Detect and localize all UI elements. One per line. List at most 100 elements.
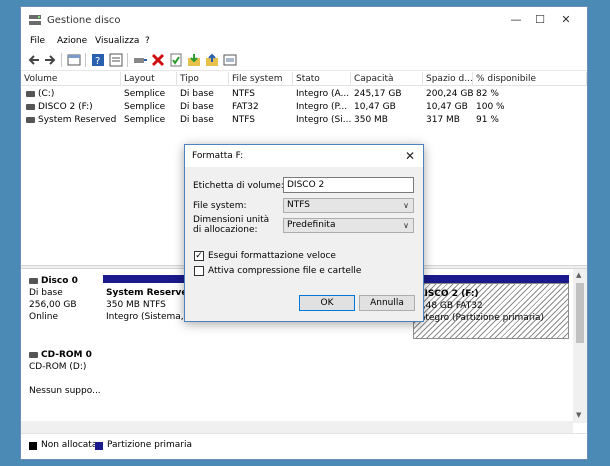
ok-button[interactable]: OK xyxy=(299,295,355,311)
disk-management-icon xyxy=(29,15,41,25)
toolbar-separator xyxy=(61,53,62,67)
table-cell: 350 MB xyxy=(354,115,388,125)
volume-label-input[interactable] xyxy=(283,177,414,193)
disk0-size: 256,00 GB xyxy=(29,300,77,310)
maximize-button[interactable]: ☐ xyxy=(533,13,547,27)
volume-name: (C:) xyxy=(38,89,55,99)
table-cell: 100 % xyxy=(476,102,505,112)
partition-status: Integro (Partizione primaria) xyxy=(417,313,545,323)
vertical-scrollbar[interactable]: ▲ ▼ xyxy=(573,269,587,423)
scroll-thumb[interactable] xyxy=(576,283,584,343)
delete-icon[interactable] xyxy=(151,53,165,67)
quick-format-checkbox[interactable]: ✓ xyxy=(194,251,204,261)
file-system-label: File system: xyxy=(193,201,247,211)
compression-checkbox[interactable] xyxy=(194,266,204,276)
drive-icon xyxy=(26,103,35,110)
list-view-icon[interactable] xyxy=(109,53,123,67)
menu-help[interactable]: ? xyxy=(145,36,150,46)
partition-title: DISCO 2 (F:) xyxy=(417,289,479,299)
format-dialog: Formatta F: ✕ Etichetta di volume: File … xyxy=(184,144,424,322)
partition-color-bar xyxy=(103,275,197,283)
col-header-percent[interactable]: % disponibile xyxy=(473,72,587,86)
allocation-size-value: Predefinita xyxy=(287,220,336,230)
table-cell: 91 % xyxy=(476,115,499,125)
col-header-spazio[interactable]: Spazio d... xyxy=(423,72,473,86)
table-cell: 200,24 GB xyxy=(426,89,473,99)
drive-icon xyxy=(26,90,35,97)
scroll-down-icon[interactable]: ▼ xyxy=(576,411,581,419)
volume-name: DISCO 2 (F:) xyxy=(38,102,93,112)
scroll-up-icon[interactable]: ▲ xyxy=(576,271,581,279)
table-cell: Semplice xyxy=(124,115,166,125)
menu-visualizza[interactable]: Visualizza xyxy=(95,36,139,46)
legend-primary: Partizione primaria xyxy=(107,440,193,450)
allocation-size-label: Dimensioni unità di allocazione: xyxy=(193,215,270,235)
export-icon[interactable] xyxy=(205,53,219,67)
cdrom-icon xyxy=(29,351,38,358)
partition-disco-2[interactable]: DISCO 2 (F:) 0,48 GB FAT32 Integro (Part… xyxy=(413,275,569,339)
table-cell: 10,47 GB xyxy=(426,102,468,112)
legend-unallocated: Non allocata xyxy=(41,440,98,450)
allocation-size-select[interactable]: Predefinita ∨ xyxy=(283,218,414,233)
drive-icon xyxy=(26,116,35,123)
console-icon[interactable] xyxy=(223,53,237,67)
horizontal-scrollbar[interactable] xyxy=(21,421,573,433)
connect-icon[interactable] xyxy=(133,53,147,67)
table-cell: Di base xyxy=(180,89,214,99)
col-header-stato[interactable]: Stato xyxy=(293,72,351,86)
disk0-info[interactable]: Disco 0 Di base 256,00 GB Online xyxy=(29,275,78,323)
back-arrow-icon[interactable] xyxy=(27,53,41,67)
file-system-select[interactable]: NTFS ∨ xyxy=(283,198,414,213)
table-cell: 82 % xyxy=(476,89,499,99)
forward-arrow-icon[interactable] xyxy=(43,53,57,67)
compression-label: Attiva compressione file e cartelle xyxy=(208,266,362,276)
close-icon[interactable]: ✕ xyxy=(405,149,415,163)
legend-swatch-primary xyxy=(95,442,103,450)
menu-azione[interactable]: Azione xyxy=(57,36,87,46)
menu-bar: File Azione Visualizza ? xyxy=(21,33,587,49)
table-row[interactable]: (C:) Semplice Di base NTFS Integro (A...… xyxy=(21,88,587,101)
partition-size: 0,48 GB FAT32 xyxy=(417,301,483,311)
table-cell: Integro (A... xyxy=(296,89,350,99)
table-cell: Di base xyxy=(180,115,214,125)
hard-disk-icon xyxy=(29,277,38,284)
col-header-file-system[interactable]: File system xyxy=(229,72,293,86)
table-cell: 245,17 GB xyxy=(354,89,402,99)
table-cell: 317 MB xyxy=(426,115,460,125)
table-cell: Semplice xyxy=(124,102,166,112)
volume-label-label: Etichetta di volume: xyxy=(193,181,284,191)
table-cell: 10,47 GB xyxy=(354,102,396,112)
title-bar: Gestione disco — ☐ ✕ xyxy=(21,7,587,33)
partition-system-reserved[interactable]: System Reserved 350 MB NTFS Integro (Sis… xyxy=(103,275,197,339)
quick-format-label: Esegui formattazione veloce xyxy=(208,251,336,261)
table-cell: Di base xyxy=(180,102,214,112)
legend: Non allocata Partizione primaria xyxy=(21,433,587,459)
toolbar: ? xyxy=(21,49,587,71)
table-cell: Integro (Si... xyxy=(296,115,351,125)
disk0-status: Online xyxy=(29,312,59,322)
cdrom0-name: CD-ROM 0 xyxy=(41,350,92,360)
col-header-capacita[interactable]: Capacità xyxy=(351,72,423,86)
col-header-layout[interactable]: Layout xyxy=(121,72,177,86)
close-button[interactable]: ✕ xyxy=(559,13,573,27)
minimize-button[interactable]: — xyxy=(509,13,523,27)
partition-color-bar xyxy=(413,275,569,283)
partition-size: 350 MB NTFS xyxy=(106,300,166,310)
partition-title: System Reserved xyxy=(106,288,194,298)
checkmark-icon: ✓ xyxy=(195,251,203,261)
import-icon[interactable] xyxy=(187,53,201,67)
help-icon[interactable]: ? xyxy=(91,53,105,67)
table-row[interactable]: System Reserved Semplice Di base NTFS In… xyxy=(21,114,587,127)
window-title: Gestione disco xyxy=(47,15,121,26)
table-row[interactable]: DISCO 2 (F:) Semplice Di base FAT32 Inte… xyxy=(21,101,587,114)
col-header-tipo[interactable]: Tipo xyxy=(177,72,229,86)
cdrom0-info[interactable]: CD-ROM 0 CD-ROM (D:) Nessun suppo... xyxy=(29,349,101,397)
col-header-volume[interactable]: Volume xyxy=(21,72,121,86)
table-cell: NTFS xyxy=(232,115,255,125)
menu-file[interactable]: File xyxy=(30,36,45,46)
properties-icon[interactable] xyxy=(67,53,81,67)
cancel-button[interactable]: Annulla xyxy=(359,295,415,311)
table-cell: NTFS xyxy=(232,89,255,99)
check-icon[interactable] xyxy=(169,53,183,67)
chevron-down-icon: ∨ xyxy=(403,221,409,230)
